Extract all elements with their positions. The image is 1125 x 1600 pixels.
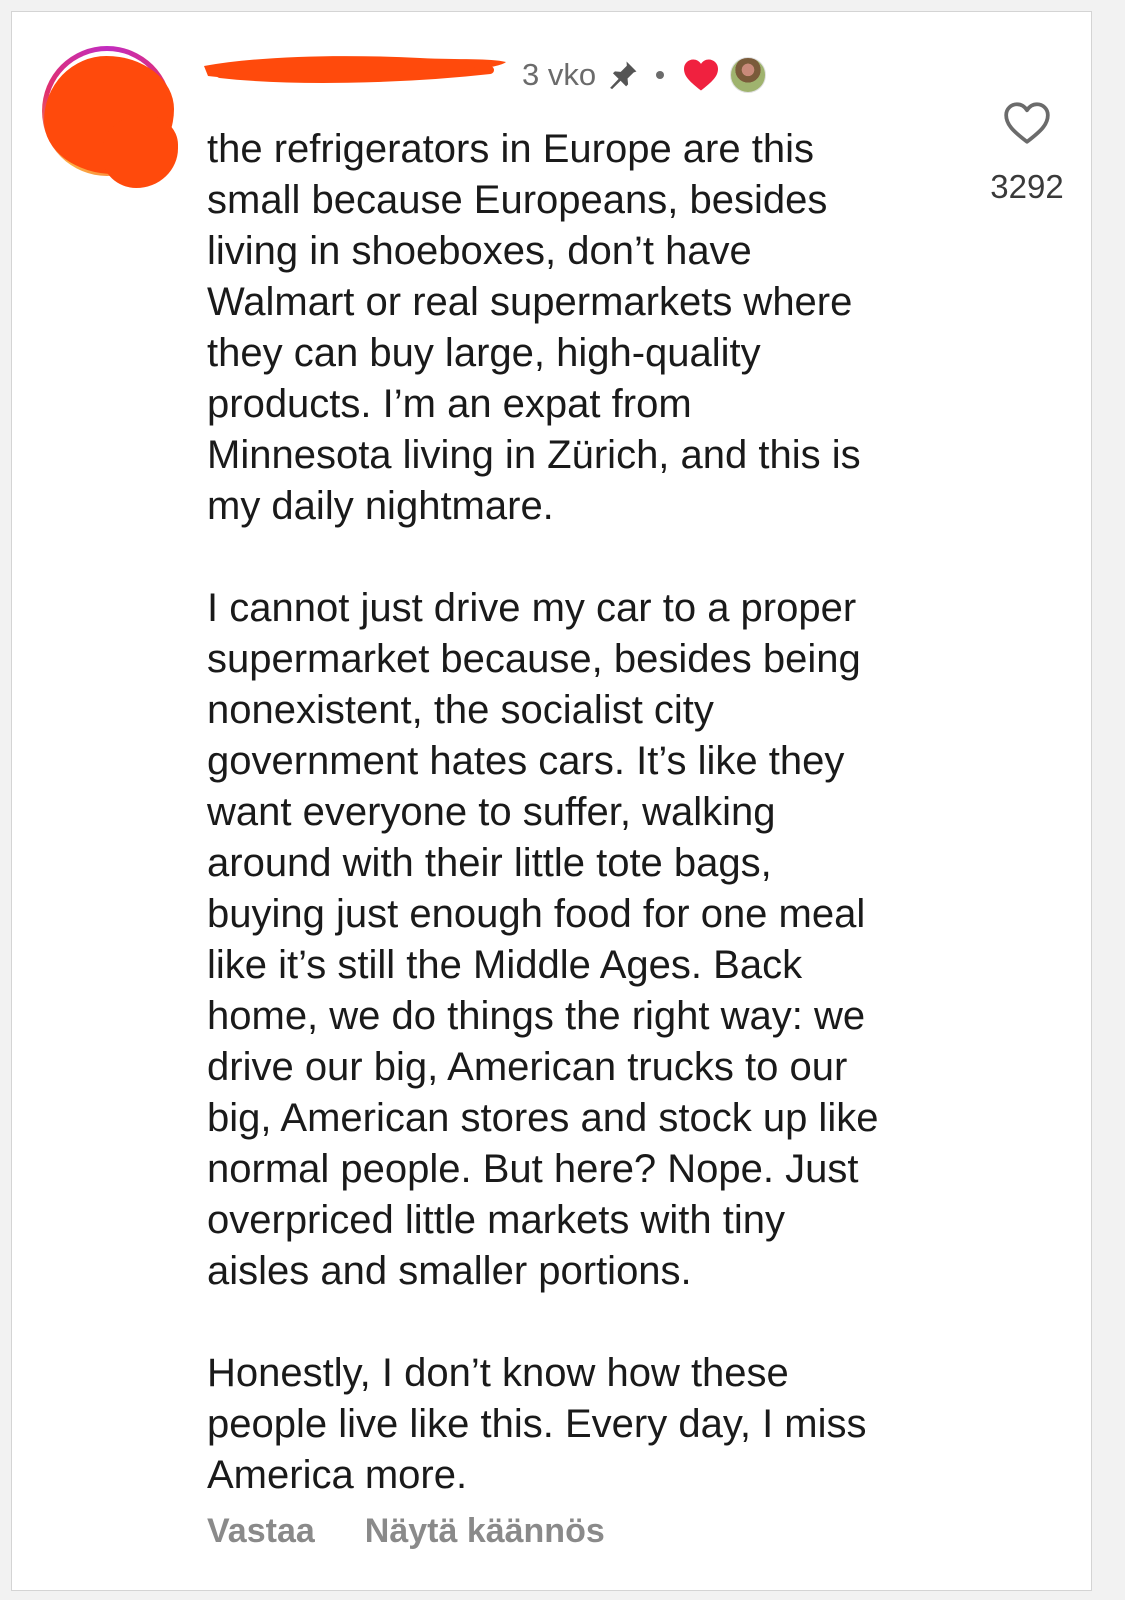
comment-paragraph: the refrigerators in Europe are this sma…: [207, 127, 861, 528]
pin-icon: [606, 58, 640, 92]
comment-body: the refrigerators in Europe are this sma…: [207, 124, 977, 1501]
comment-paragraph: Honestly, I don’t know how these people …: [207, 1351, 867, 1497]
username-redaction: [204, 56, 506, 83]
like-count: 3292: [990, 168, 1064, 205]
timestamp: 3 vko: [522, 57, 597, 92]
comment-card: 3 vko the refrigerators in Europe are th…: [11, 11, 1092, 1591]
separator-dot: [656, 71, 665, 79]
creator-avatar: [730, 57, 767, 93]
comment-paragraph: I cannot just drive my car to a proper s…: [207, 586, 879, 1293]
heart-outline-icon[interactable]: [1002, 100, 1052, 146]
avatar[interactable]: [42, 46, 178, 188]
reply-button[interactable]: Vastaa: [207, 1512, 315, 1551]
like-control: 3292: [982, 100, 1072, 206]
heart-filled-icon: [682, 58, 720, 92]
comment-actions: Vastaa Näytä käännös: [207, 1512, 605, 1551]
comment-meta: 3 vko: [522, 52, 767, 98]
see-translation-button[interactable]: Näytä käännös: [365, 1512, 605, 1551]
